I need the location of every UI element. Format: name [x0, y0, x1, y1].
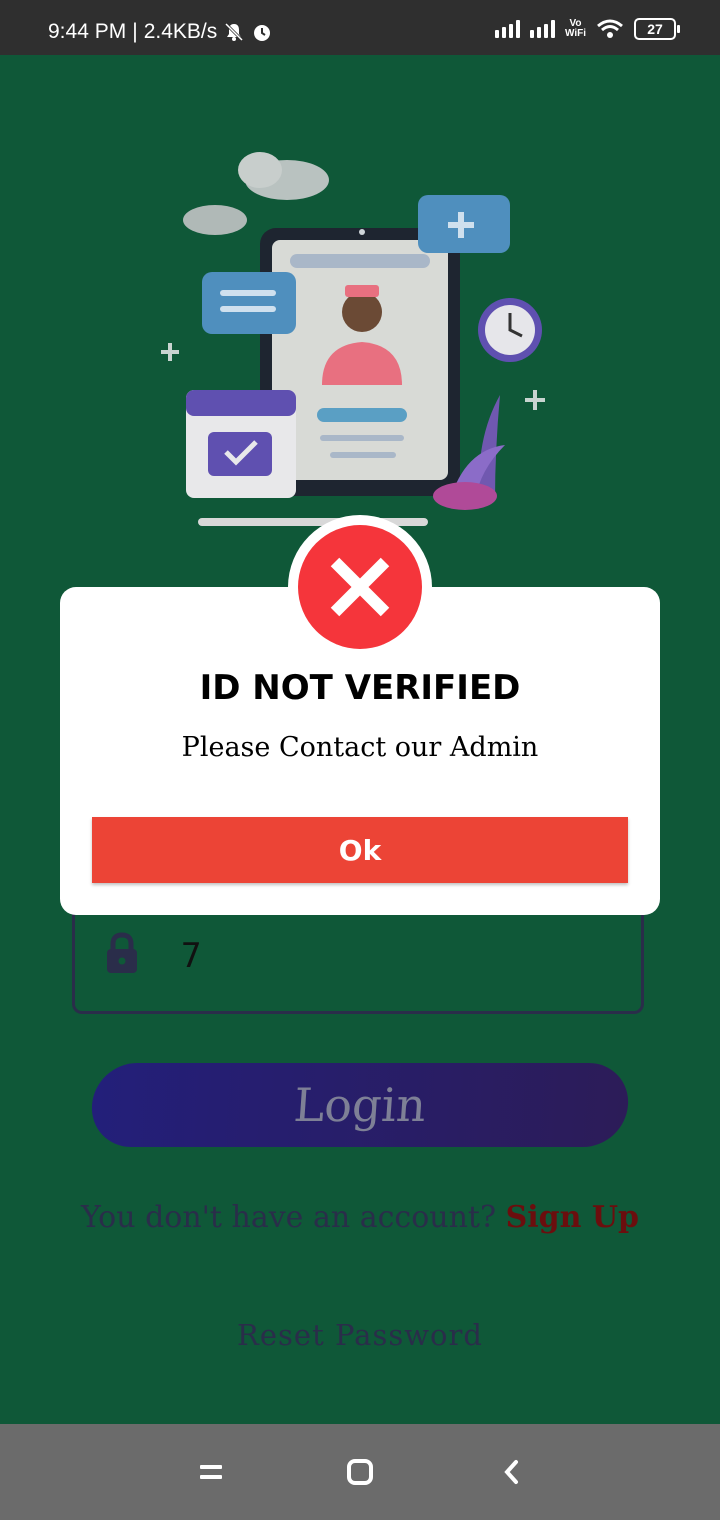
no-account-text: You don't have an account?: [80, 1200, 497, 1235]
vowifi-indicator: Vo WiFi: [564, 18, 586, 39]
reset-password-link[interactable]: Reset Password: [0, 1318, 720, 1352]
alarm-icon: [254, 25, 271, 41]
signal-icon: [494, 20, 520, 38]
navigation-bar: [0, 1424, 720, 1520]
lock-icon: [107, 932, 137, 973]
doctor-tablet-illustration: [161, 152, 545, 526]
battery-icon: 27: [634, 18, 680, 40]
login-button[interactable]: Login: [89, 1063, 631, 1147]
menu-icon[interactable]: [193, 1454, 229, 1490]
back-icon[interactable]: [494, 1454, 530, 1490]
status-time: 9:44 PM: [48, 20, 127, 43]
network-speed: 2.4KB/s: [143, 20, 218, 43]
status-bar: 9:44 PM | 2.4KB/s Vo WiFi 27: [0, 0, 720, 55]
signup-link[interactable]: Sign Up: [506, 1200, 639, 1235]
signal-icon: [529, 20, 555, 38]
password-value: 7: [181, 936, 202, 976]
wifi-icon: [597, 19, 623, 38]
status-right: Vo WiFi 27: [494, 18, 680, 40]
status-left: 9:44 PM | 2.4KB/s: [48, 20, 273, 44]
error-x-icon: [298, 525, 422, 649]
ok-button[interactable]: Ok: [92, 817, 628, 883]
signup-prompt: You don't have an account? Sign Up: [0, 1200, 720, 1235]
home-icon[interactable]: [342, 1454, 378, 1490]
mute-icon: [225, 22, 244, 42]
dialog-title: ID NOT VERIFIED: [199, 668, 521, 708]
dialog-message: Please Contact our Admin: [181, 732, 539, 763]
